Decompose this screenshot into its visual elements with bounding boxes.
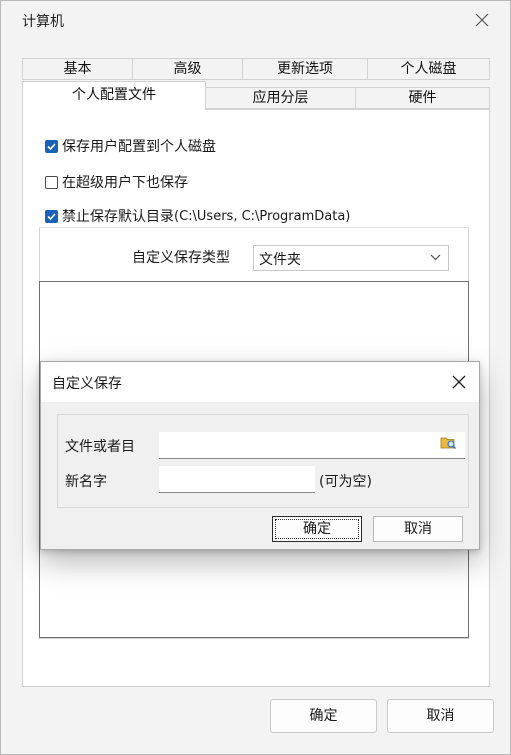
dialog-title: 自定义保存 (52, 376, 122, 392)
file-path-label: 文件或者目 (65, 439, 135, 455)
folder-browse-icon[interactable] (440, 434, 457, 451)
custom-type-select[interactable]: 文件夹 (253, 245, 449, 271)
optional-hint: (可为空) (319, 474, 372, 490)
block-default-dirs-paths: (C:\Users, C:\ProgramData) (174, 208, 351, 224)
tab-hardware[interactable]: 硬件 (355, 87, 490, 109)
block-default-dirs-label: 禁止保存默认目录 (62, 209, 174, 225)
checkbox-checked-icon (45, 139, 58, 153)
new-name-input[interactable] (159, 466, 315, 493)
new-name-label: 新名字 (65, 474, 107, 490)
tab-update-options[interactable]: 更新选项 (242, 58, 368, 80)
dialog-ok-button[interactable]: 确定 (272, 516, 362, 542)
custom-type-label: 自定义保存类型 (132, 250, 230, 266)
chevron-down-icon (430, 254, 441, 261)
block-default-dirs-checkbox[interactable]: 禁止保存默认目录 (C:\Users, C:\ProgramData) (45, 206, 350, 226)
tab-advanced[interactable]: 高级 (132, 58, 243, 80)
close-icon[interactable] (471, 9, 493, 31)
save-profile-label: 保存用户配置到个人磁盘 (62, 139, 216, 155)
checkbox-unchecked-icon (45, 175, 58, 189)
tab-app-layering[interactable]: 应用分层 (205, 87, 356, 109)
super-user-label: 在超级用户下也保存 (62, 175, 188, 191)
dialog-cancel-button[interactable]: 取消 (373, 516, 463, 542)
window-title: 计算机 (22, 14, 64, 30)
save-profile-checkbox[interactable]: 保存用户配置到个人磁盘 (45, 136, 216, 156)
title-bar: 计算机 (1, 1, 510, 41)
checkbox-checked-icon (45, 209, 58, 223)
custom-type-value: 文件夹 (259, 252, 301, 268)
tab-basic[interactable]: 基本 (22, 58, 133, 80)
super-user-checkbox[interactable]: 在超级用户下也保存 (45, 172, 188, 192)
cancel-button[interactable]: 取消 (387, 699, 494, 733)
tab-personal-disk[interactable]: 个人磁盘 (367, 58, 490, 80)
file-path-input[interactable] (159, 432, 465, 459)
custom-save-dialog: 自定义保存 文件或者目 新名字 (可为空) 确定 取消 (40, 361, 480, 550)
dialog-body: 文件或者目 新名字 (可为空) 确定 取消 (41, 402, 479, 549)
ok-button[interactable]: 确定 (270, 699, 377, 733)
close-icon[interactable] (450, 373, 468, 391)
dialog-fields-group (57, 414, 469, 508)
tab-personal-profile[interactable]: 个人配置文件 (22, 81, 206, 110)
